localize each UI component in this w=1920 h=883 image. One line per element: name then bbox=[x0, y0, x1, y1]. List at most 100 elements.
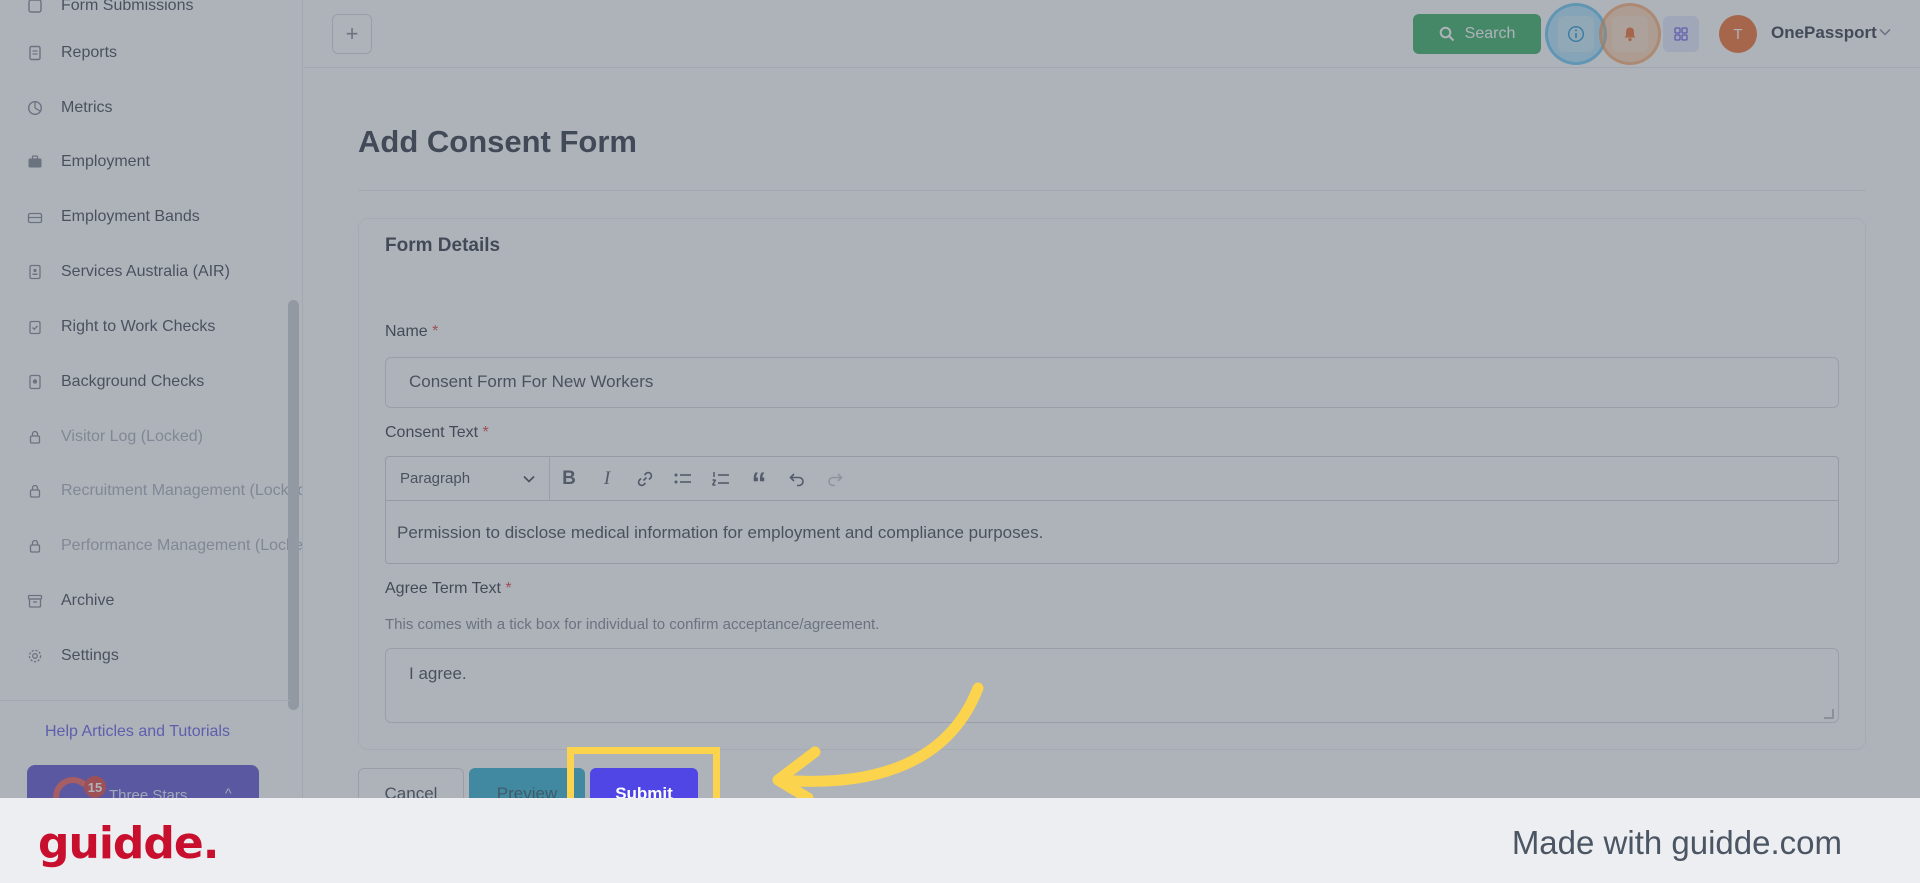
bold-icon: B bbox=[562, 467, 576, 489]
document-search-icon bbox=[26, 373, 44, 391]
sidebar-item-label: Employment Bands bbox=[61, 208, 200, 225]
link-button[interactable] bbox=[626, 457, 664, 500]
name-label-text: Name bbox=[385, 323, 428, 340]
sidebar-item-settings[interactable]: Settings bbox=[0, 636, 290, 676]
consent-text-label: Consent Text * bbox=[385, 424, 489, 442]
notifications-button[interactable] bbox=[1612, 16, 1648, 52]
sidebar-item-background-checks[interactable]: Background Checks bbox=[0, 362, 290, 402]
sidebar-item-label: Reports bbox=[61, 44, 118, 61]
workspace-switcher[interactable]: 15 Three Stars ^ bbox=[27, 765, 259, 798]
archive-icon bbox=[26, 592, 44, 610]
sidebar-item-employment[interactable]: Employment bbox=[0, 142, 290, 182]
clipboard-check-icon bbox=[26, 318, 44, 336]
numbered-list-button[interactable] bbox=[702, 457, 740, 500]
quote-icon: “ bbox=[751, 466, 767, 500]
help-articles-link[interactable]: Help Articles and Tutorials bbox=[45, 723, 230, 741]
link-icon bbox=[637, 471, 653, 486]
sidebar-item-label: Metrics bbox=[61, 99, 113, 116]
sidebar-item-services-australia[interactable]: Services Australia (AIR) bbox=[0, 252, 290, 292]
sidebar-item-recruitment[interactable]: Recruitment Management (Locked) bbox=[0, 471, 302, 511]
lock-icon bbox=[26, 482, 44, 500]
tutorial-arrow-icon bbox=[772, 682, 984, 800]
name-field-label: Name * bbox=[385, 323, 438, 341]
add-button[interactable]: + bbox=[332, 14, 372, 54]
search-button[interactable]: Search bbox=[1413, 14, 1541, 54]
sidebar-item-label: Settings bbox=[61, 647, 119, 664]
editor-toolbar: Paragraph B I “ bbox=[386, 457, 1838, 501]
consent-text-content[interactable]: Permission to disclose medical informati… bbox=[386, 501, 1838, 565]
sidebar-item-form-submissions[interactable]: Form Submissions bbox=[0, 0, 290, 26]
resize-handle[interactable] bbox=[1824, 709, 1834, 719]
name-input[interactable]: Consent Form For New Workers bbox=[385, 357, 1839, 408]
guidde-logo: guidde. bbox=[38, 818, 219, 869]
notification-count-badge: 15 bbox=[84, 776, 106, 798]
sidebar-item-label: Visitor Log (Locked) bbox=[61, 428, 203, 445]
bulleted-list-icon bbox=[674, 473, 691, 483]
sidebar-item-label: Services Australia (AIR) bbox=[61, 263, 230, 280]
made-with-text: Made with guidde.com bbox=[1511, 824, 1842, 861]
chevron-down-icon[interactable] bbox=[1879, 24, 1891, 39]
sidebar-item-metrics[interactable]: Metrics bbox=[0, 88, 290, 128]
sidebar-item-label: Background Checks bbox=[61, 373, 205, 390]
consent-text-editor: Paragraph B I “ Permission to disclose m… bbox=[385, 456, 1839, 564]
search-icon bbox=[1439, 26, 1454, 42]
gear-icon bbox=[26, 647, 44, 665]
id-card-icon bbox=[26, 263, 44, 281]
lock-icon bbox=[26, 428, 44, 446]
briefcase-outline-icon bbox=[26, 208, 44, 226]
redo-button[interactable] bbox=[816, 457, 854, 500]
title-divider bbox=[358, 190, 1866, 191]
bell-icon bbox=[1624, 27, 1636, 42]
agree-term-value: I agree. bbox=[409, 664, 467, 683]
plus-icon: + bbox=[345, 21, 359, 46]
info-button[interactable] bbox=[1558, 16, 1594, 52]
avatar[interactable]: T bbox=[1719, 15, 1757, 53]
briefcase-icon bbox=[26, 153, 44, 171]
workspace-name: Three Stars bbox=[109, 787, 188, 798]
card-title: Form Details bbox=[385, 235, 501, 256]
info-icon bbox=[1567, 25, 1585, 43]
required-indicator: * bbox=[505, 580, 512, 597]
lock-icon bbox=[26, 537, 44, 555]
sidebar-item-reports[interactable]: Reports bbox=[0, 33, 290, 73]
grid-icon bbox=[1674, 27, 1688, 41]
sidebar-item-label: Right to Work Checks bbox=[61, 318, 216, 335]
agree-term-textarea[interactable]: I agree. bbox=[385, 648, 1839, 723]
numbered-list-icon bbox=[711, 471, 729, 486]
undo-icon bbox=[789, 472, 804, 486]
sidebar-item-visitor-log[interactable]: Visitor Log (Locked) bbox=[0, 417, 290, 457]
search-label: Search bbox=[1464, 25, 1516, 42]
sidebar-item-archive[interactable]: Archive bbox=[0, 581, 290, 621]
chevron-up-icon: ^ bbox=[225, 785, 232, 798]
agree-label-text: Agree Term Text bbox=[385, 580, 501, 597]
sidebar-item-performance[interactable]: Performance Management (Locked) bbox=[0, 526, 302, 566]
report-icon bbox=[26, 44, 44, 62]
form-icon bbox=[26, 0, 44, 15]
italic-icon: I bbox=[603, 467, 611, 489]
sidebar: Form Submissions Reports Metrics Employm… bbox=[0, 0, 303, 798]
consent-label-text: Consent Text bbox=[385, 424, 479, 441]
agree-term-help-text: This comes with a tick box for individua… bbox=[385, 616, 880, 633]
undo-button[interactable] bbox=[778, 457, 816, 500]
italic-button[interactable]: I bbox=[588, 457, 626, 500]
blockquote-button[interactable]: “ bbox=[740, 457, 778, 500]
sidebar-divider bbox=[0, 700, 290, 701]
paragraph-style-select[interactable]: Paragraph bbox=[386, 457, 550, 500]
guidde-footer: guidde. Made with guidde.com bbox=[0, 798, 1920, 883]
bulleted-list-button[interactable] bbox=[664, 457, 702, 500]
organization-name[interactable]: OnePassport bbox=[1771, 23, 1877, 43]
sidebar-item-label: Form Submissions bbox=[61, 0, 194, 14]
sidebar-item-label: Employment bbox=[61, 153, 150, 170]
sidebar-item-label: Recruitment Management (Locked) bbox=[61, 482, 303, 499]
sidebar-scrollbar[interactable] bbox=[288, 300, 299, 710]
agree-term-label: Agree Term Text * bbox=[385, 580, 512, 598]
required-indicator: * bbox=[432, 323, 439, 340]
sidebar-item-employment-bands[interactable]: Employment Bands bbox=[0, 197, 290, 237]
top-bar: + Search T OnePassport bbox=[304, 0, 1920, 68]
chart-pie-icon bbox=[26, 99, 44, 117]
sidebar-item-right-to-work[interactable]: Right to Work Checks bbox=[0, 307, 290, 347]
sidebar-item-label: Performance Management (Locked) bbox=[61, 537, 303, 554]
redo-icon bbox=[828, 472, 843, 486]
apps-button[interactable] bbox=[1663, 16, 1699, 52]
bold-button[interactable]: B bbox=[550, 457, 588, 500]
